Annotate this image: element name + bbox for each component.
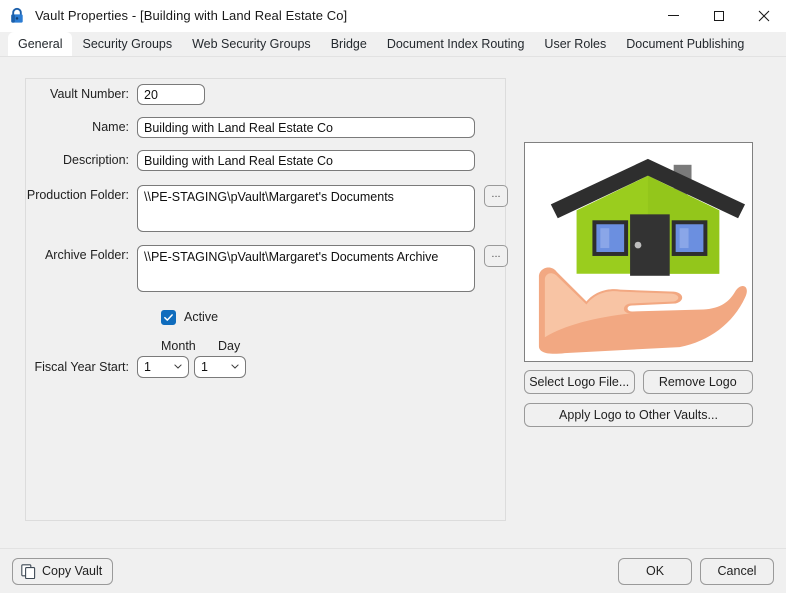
minimize-button[interactable]: [651, 0, 696, 32]
active-checkbox-row: Active: [161, 310, 525, 325]
fiscal-month-select[interactable]: 123456789101112: [137, 356, 189, 378]
window-controls: [651, 0, 786, 32]
lock-icon: [11, 7, 23, 23]
tab-bridge[interactable]: Bridge: [321, 32, 377, 56]
active-label: Active: [184, 310, 219, 324]
vault-number-row: Vault Number:: [25, 84, 525, 105]
close-icon: [758, 10, 769, 21]
day-select-wrap: 1234567891011121314151617181920212223242…: [194, 356, 246, 378]
copy-vault-label: Copy Vault: [42, 564, 103, 578]
name-row: Name:: [25, 117, 525, 138]
description-label: Description:: [63, 153, 129, 167]
archive-folder-row: Archive Folder: \\PE-STAGING\pVault\Marg…: [25, 245, 525, 292]
vault-properties-window: Vault Properties - [Building with Land R…: [0, 0, 786, 593]
tab-document-index-routing[interactable]: Document Index Routing: [377, 32, 535, 56]
active-checkbox[interactable]: [161, 310, 176, 325]
house-in-hand-logo-icon: [525, 143, 752, 361]
name-label: Name:: [92, 120, 129, 134]
logo-button-row-top: Select Logo File... Remove Logo: [524, 370, 753, 394]
vault-general-form: Vault Number: Name: Description: Product…: [25, 78, 525, 378]
production-folder-input[interactable]: \\PE-STAGING\pVault\Margaret's Documents: [137, 185, 475, 232]
logo-buttons: Select Logo File... Remove Logo Apply Lo…: [524, 370, 753, 427]
title-bar: Vault Properties - [Building with Land R…: [0, 0, 786, 32]
copy-vault-button[interactable]: Copy Vault: [12, 557, 114, 585]
tab-document-publishing[interactable]: Document Publishing: [616, 32, 754, 56]
window-title: Vault Properties - [Building with Land R…: [35, 8, 348, 23]
production-folder-row: Production Folder: \\PE-STAGING\pVault\M…: [25, 185, 525, 232]
tab-user-roles[interactable]: User Roles: [534, 32, 616, 56]
name-input[interactable]: [137, 117, 475, 138]
maximize-icon: [713, 10, 724, 21]
tab-general[interactable]: General: [8, 32, 73, 56]
maximize-button[interactable]: [696, 0, 741, 32]
fiscal-year-label: Fiscal Year Start:: [34, 360, 130, 374]
general-tab-panel: Vault Number: Name: Description: Product…: [0, 56, 786, 548]
tab-web-security-groups[interactable]: Web Security Groups: [182, 32, 321, 56]
cancel-button[interactable]: Cancel: [700, 557, 774, 585]
production-folder-browse-button[interactable]: ...: [484, 185, 508, 207]
archive-folder-label: Archive Folder:: [44, 248, 129, 262]
doorknob-shape: [634, 241, 642, 249]
close-button[interactable]: [741, 0, 786, 32]
checkmark-icon: [164, 314, 173, 321]
fiscal-day-select[interactable]: 1234567891011121314151617181920212223242…: [194, 356, 246, 378]
apply-logo-to-other-vaults-button[interactable]: Apply Logo to Other Vaults...: [524, 403, 753, 427]
ok-button[interactable]: OK: [618, 557, 692, 585]
month-select-wrap: 123456789101112: [137, 356, 189, 378]
description-row: Description:: [25, 150, 525, 171]
month-header: Month: [161, 339, 196, 353]
fiscal-year-row: Fiscal Year Start: 123456789101112 12345…: [25, 356, 525, 378]
fiscal-year-headers: Month Day: [161, 339, 525, 353]
dialog-footer: Copy Vault OK Cancel: [0, 548, 786, 593]
select-logo-file-button[interactable]: Select Logo File...: [524, 370, 635, 394]
vault-number-input[interactable]: [137, 84, 205, 105]
tab-bar: General Security Groups Web Security Gro…: [0, 32, 786, 56]
archive-folder-browse-button[interactable]: ...: [484, 245, 508, 267]
description-input[interactable]: [137, 150, 475, 171]
tab-security-groups[interactable]: Security Groups: [72, 32, 182, 56]
production-folder-label: Production Folder:: [26, 188, 129, 202]
vault-number-label: Vault Number:: [50, 87, 129, 101]
footer-actions: OK Cancel: [618, 557, 774, 585]
logo-preview: [524, 142, 753, 362]
remove-logo-button[interactable]: Remove Logo: [642, 370, 753, 394]
day-header: Day: [218, 339, 241, 353]
archive-folder-input[interactable]: \\PE-STAGING\pVault\Margaret's Documents…: [137, 245, 475, 292]
copy-icon: [21, 563, 36, 579]
minimize-icon: [668, 15, 679, 16]
